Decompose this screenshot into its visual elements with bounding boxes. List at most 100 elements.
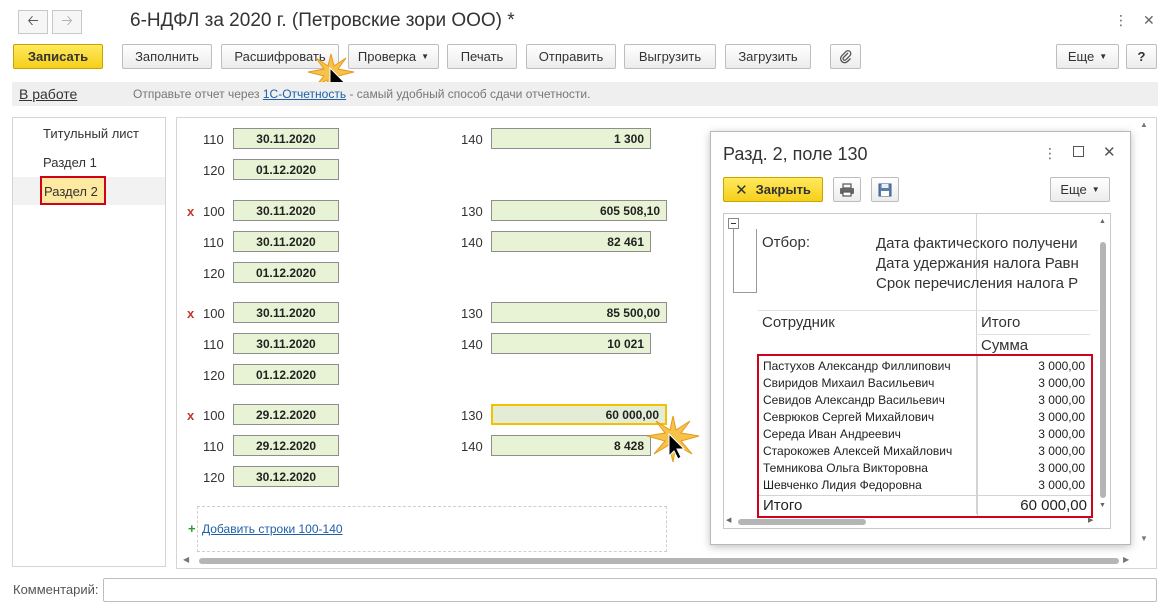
fill-button[interactable]: Заполнить [122,44,212,69]
save-button[interactable]: Записать [13,44,103,69]
popup-more-button[interactable]: Еще ▼ [1050,177,1110,202]
amount-field[interactable]: 605 508,10 [491,200,667,221]
more-dropdown-button[interactable]: Еще ▼ [1056,44,1119,69]
popup-more-menu-icon[interactable]: ⋮ [1043,145,1057,162]
employee-name: Старокожев Алексей Михайлович [763,444,953,458]
scroll-down-icon[interactable]: ▼ [1099,502,1106,509]
row-code: 120 [203,470,225,485]
row-code: 130 [461,204,483,219]
row-code: 100 [203,306,225,321]
date-field[interactable]: 30.11.2020 [233,302,339,323]
row-code: 120 [203,163,225,178]
delete-row-icon[interactable]: x [187,204,194,219]
row-code: 140 [461,439,483,454]
scroll-left-icon[interactable]: ◀ [183,555,189,564]
popup-title: Разд. 2, поле 130 [723,144,868,164]
row-code: 140 [461,337,483,352]
close-icon[interactable]: ✕ [1143,12,1155,29]
scroll-left-icon[interactable]: ◀ [726,516,731,524]
info-prefix: Отправьте отчет через [133,87,260,101]
employee-row[interactable]: Севрюков Сергей Михайлович 3 000,00 [759,409,1089,426]
popup-save-button[interactable] [871,177,899,202]
scroll-right-icon[interactable]: ▶ [1088,516,1093,524]
filter-conditions: Дата фактического получени Дата удержани… [876,234,1079,294]
scroll-up-icon[interactable]: ▲ [1099,218,1106,225]
amount-field-focused[interactable]: 60 000,00 [491,404,667,425]
employee-amount: 3 000,00 [1038,444,1085,458]
filter-line: Срок перечисления налога Р [876,275,1079,292]
employee-row[interactable]: Севидов Александр Васильевич 3 000,00 [759,392,1089,409]
report-area: Отбор: Дата фактического получени Дата у… [723,213,1111,529]
date-field[interactable]: 30.11.2020 [233,231,339,252]
scroll-down-icon[interactable]: ▼ [1140,534,1148,543]
employee-row[interactable]: Свиридов Михаил Васильевич 3 000,00 [759,375,1089,392]
amount-field[interactable]: 8 428 [491,435,651,456]
scroll-right-icon[interactable]: ▶ [1123,555,1129,564]
vertical-scrollbar[interactable]: ▲ ▼ [1139,120,1151,564]
row-code: 140 [461,132,483,147]
reporting-link[interactable]: 1С-Отчетность [263,87,346,101]
horizontal-scroll-thumb[interactable] [199,558,1119,564]
employee-row[interactable]: Темникова Ольга Викторовна 3 000,00 [759,460,1089,477]
report-vertical-scrollbar[interactable]: ▲ ▼ [1098,218,1108,514]
delete-row-icon[interactable]: x [187,408,194,423]
collapse-group-icon[interactable] [728,218,739,229]
comment-label: Комментарий: [13,582,99,597]
vertical-scroll-thumb[interactable] [1100,242,1106,498]
more-menu-icon[interactable]: ⋮ [1114,12,1128,29]
amount-field[interactable]: 82 461 [491,231,651,252]
row-code: 110 [203,235,224,250]
date-field[interactable]: 30.11.2020 [233,333,339,354]
import-button[interactable]: Загрузить [725,44,811,69]
decode-popup: Разд. 2, поле 130 ⋮ ✕ ✕ Закрыть Еще ▼ От… [710,131,1131,545]
popup-print-button[interactable] [833,177,861,202]
status-link[interactable]: В работе [19,86,77,102]
nav-item-title-page[interactable]: Титульный лист [43,126,139,141]
employee-name: Шевченко Лидия Федоровна [763,478,922,492]
date-field[interactable]: 30.11.2020 [233,200,339,221]
date-field[interactable]: 29.12.2020 [233,404,339,425]
horizontal-scrollbar[interactable]: ◀ ▶ [183,555,1133,566]
popup-close-button[interactable]: ✕ Закрыть [723,177,823,202]
forward-button[interactable]: 🡢 [52,10,82,34]
send-button[interactable]: Отправить [526,44,616,69]
date-field[interactable]: 01.12.2020 [233,159,339,180]
employee-amount: 3 000,00 [1038,359,1085,373]
horizontal-scroll-thumb[interactable] [738,519,866,525]
date-field[interactable]: 29.12.2020 [233,435,339,456]
add-rows-link[interactable]: Добавить строки 100-140 [202,522,343,536]
employee-row[interactable]: Старокожев Алексей Михайлович 3 000,00 [759,443,1089,460]
employee-row[interactable]: Пастухов Александр Филлипович 3 000,00 [759,358,1089,375]
row-code: 140 [461,235,483,250]
employee-amount: 3 000,00 [1038,461,1085,475]
employee-name: Темникова Ольга Викторовна [763,461,928,475]
nav-item-section-2[interactable]: Раздел 2 [40,176,106,205]
nav-item-section-1[interactable]: Раздел 1 [43,155,97,170]
amount-field[interactable]: 1 300 [491,128,651,149]
check-dropdown-button[interactable]: Проверка ▼ [348,44,439,69]
employee-row[interactable]: Середа Иван Андреевич 3 000,00 [759,426,1089,443]
employee-row[interactable]: Шевченко Лидия Федоровна 3 000,00 [759,477,1089,494]
row-code: 110 [203,439,224,454]
back-button[interactable]: 🡠 [18,10,48,34]
amount-field[interactable]: 10 021 [491,333,651,354]
print-button[interactable]: Печать [447,44,517,69]
maximize-icon[interactable] [1073,146,1084,157]
delete-row-icon[interactable]: x [187,306,194,321]
date-field[interactable]: 01.12.2020 [233,262,339,283]
date-field[interactable]: 30.12.2020 [233,466,339,487]
attach-button[interactable] [830,44,861,69]
popup-close-icon[interactable]: ✕ [1103,143,1116,161]
employee-amount: 3 000,00 [1038,393,1085,407]
report-horizontal-scrollbar[interactable]: ◀ ▶ [726,517,1096,527]
employee-name: Середа Иван Андреевич [763,427,901,441]
comment-input[interactable] [103,578,1157,602]
export-button[interactable]: Выгрузить [624,44,716,69]
date-field[interactable]: 30.11.2020 [233,128,339,149]
scroll-up-icon[interactable]: ▲ [1140,120,1148,129]
info-message: Отправьте отчет через 1С-Отчетность - са… [133,87,590,101]
amount-field[interactable]: 85 500,00 [491,302,667,323]
date-field[interactable]: 01.12.2020 [233,364,339,385]
row-code: 130 [461,408,483,423]
help-button[interactable]: ? [1126,44,1157,69]
